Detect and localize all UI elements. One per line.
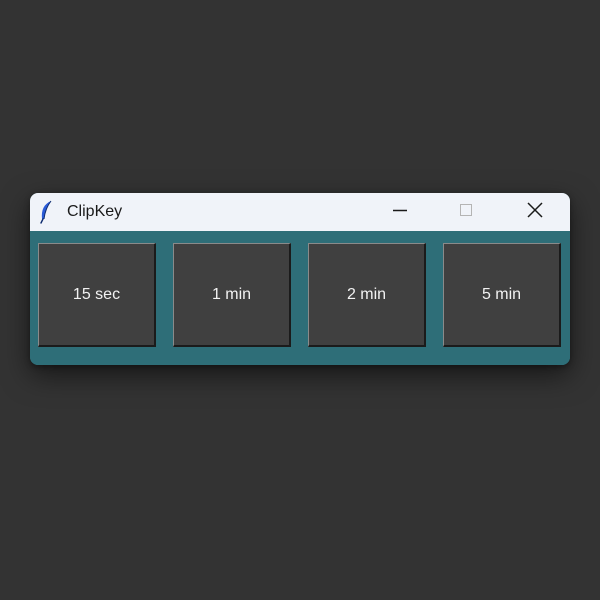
maximize-button: [443, 193, 489, 231]
maximize-icon: [459, 203, 473, 222]
feather-icon: [38, 200, 54, 224]
button-panel: 15 sec 1 min 2 min 5 min: [30, 231, 570, 365]
minimize-button[interactable]: [377, 193, 423, 231]
timer-5-min-button[interactable]: 5 min: [443, 243, 561, 347]
close-icon: [526, 201, 544, 224]
minimize-icon: [392, 202, 408, 223]
desktop: ClipKey 15 sec 1 min 2 min 5 min: [0, 0, 600, 600]
timer-15-sec-button[interactable]: 15 sec: [38, 243, 156, 347]
close-button[interactable]: [512, 193, 558, 231]
clipkey-window: ClipKey 15 sec 1 min 2 min 5 min: [30, 193, 570, 365]
timer-2-min-button[interactable]: 2 min: [308, 243, 426, 347]
window-title: ClipKey: [67, 203, 123, 220]
timer-1-min-button[interactable]: 1 min: [173, 243, 291, 347]
title-bar[interactable]: ClipKey: [30, 193, 570, 231]
